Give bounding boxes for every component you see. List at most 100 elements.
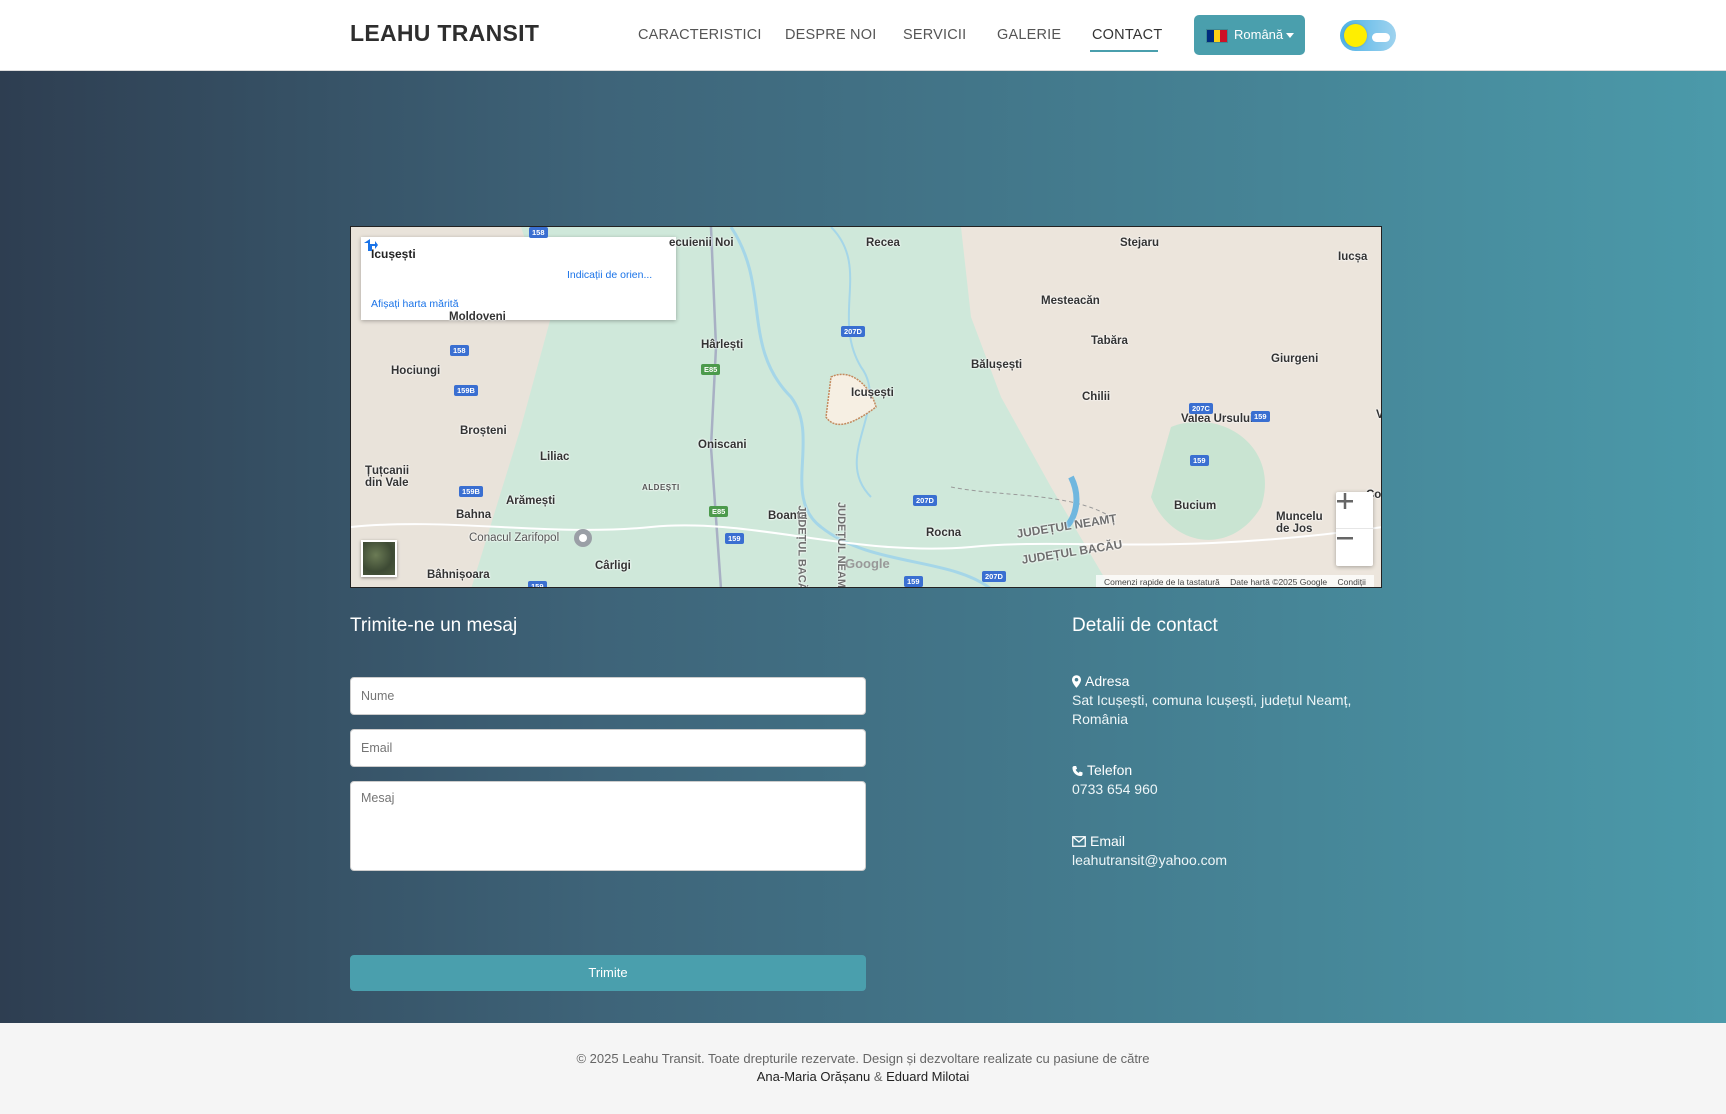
navbar: LEAHU TRANSIT CARACTERISTICI DESPRE NOI … — [0, 0, 1726, 71]
road-shield: 207C — [1189, 403, 1213, 414]
google-map[interactable]: Icușești Indicații de orien... Afișați h… — [350, 226, 1382, 588]
phone-label: Telefon — [1087, 762, 1133, 778]
footer-copyright: © 2025 Leahu Transit. Toate drepturile r… — [576, 1051, 1150, 1066]
contact-section: Icușești Indicații de orien... Afișați h… — [0, 71, 1726, 1023]
nav-item-caracteristici[interactable]: CARACTERISTICI — [638, 27, 762, 43]
minus-icon — [1337, 537, 1353, 540]
road-shield: 159 — [1251, 411, 1270, 422]
map-label: Bălușești — [971, 359, 1023, 371]
nav-item-servicii[interactable]: SERVICII — [903, 27, 966, 43]
language-dropdown[interactable]: Română — [1194, 15, 1305, 55]
map-label: Chilii — [1082, 391, 1111, 403]
address-label: Adresa — [1085, 673, 1130, 689]
road-shield: 159B — [454, 385, 478, 396]
map-label: Rocna — [926, 527, 962, 539]
map-label: Iucșa — [1338, 251, 1368, 263]
cloud-icon — [1372, 33, 1390, 42]
map-label: de Jos — [1276, 523, 1313, 535]
road-shield: 159 — [904, 576, 923, 587]
map-label: Bâhnișoara — [427, 569, 490, 581]
road-shield: E85 — [709, 506, 729, 517]
map-label: Cârligi — [595, 560, 631, 572]
credits-separator: & — [873, 1069, 883, 1084]
directions-icon[interactable] — [361, 237, 379, 255]
map-label: Icușești — [851, 387, 894, 399]
nav-item-galerie[interactable]: GALERIE — [997, 27, 1061, 43]
footer-credits: Ana-Maria Orășanu & Eduard Milotai — [0, 1069, 1726, 1084]
active-nav-indicator — [1090, 50, 1158, 52]
road-shield: 207D — [841, 326, 865, 337]
map-label: Recea — [866, 237, 900, 249]
brand-logo[interactable]: LEAHU TRANSIT — [350, 20, 539, 47]
map-label: Hociungi — [391, 365, 441, 377]
nav-item-despre-noi[interactable]: DESPRE NOI — [785, 27, 876, 43]
map-keyboard-shortcuts-link[interactable]: Comenzi rapide de la tastatură — [1104, 577, 1220, 587]
contact-phone: Telefon 0733 654 960 — [1072, 761, 1158, 799]
form-title: Trimite-ne un mesaj — [350, 615, 518, 636]
address-line-2: România — [1072, 711, 1129, 727]
map-label: Stejaru — [1120, 237, 1159, 249]
romania-flag-icon — [1206, 29, 1228, 43]
zoom-out-button[interactable] — [1336, 529, 1373, 566]
map-larger-link[interactable]: Afișați harta mărită — [371, 298, 459, 310]
sun-icon — [1344, 24, 1367, 47]
satellite-toggle[interactable] — [361, 540, 397, 577]
map-label: Hârlești — [701, 339, 744, 351]
map-label: Bahna — [456, 509, 492, 521]
map-label: din Vale — [365, 477, 409, 489]
map-label: Tabăra — [1091, 335, 1128, 347]
map-label: Țuțcanii — [365, 465, 410, 477]
map-label: Muncelu — [1276, 511, 1323, 523]
road-shield: 159 — [528, 581, 547, 587]
email-input[interactable] — [350, 729, 866, 767]
map-directions-link[interactable]: Indicații de orien... — [567, 269, 652, 281]
road-shield: 207D — [913, 495, 937, 506]
road-shield: 159 — [725, 533, 744, 544]
map-data-credit: Date hartă ©2025 Google — [1230, 577, 1328, 587]
name-input[interactable] — [350, 677, 866, 715]
message-textarea[interactable] — [350, 781, 866, 871]
author-link-1[interactable]: Ana-Maria Orășanu — [757, 1069, 870, 1084]
email-label: Email — [1090, 833, 1126, 849]
map-label: Liliac — [540, 451, 570, 463]
envelope-icon — [1072, 836, 1086, 847]
road-shield: 158 — [450, 345, 469, 356]
contact-title: Detalii de contact — [1072, 615, 1218, 636]
map-label: Broșteni — [460, 425, 507, 437]
map-label: Oniscani — [698, 439, 747, 451]
map-label: JUDEȚUL BACĂ — [795, 505, 808, 588]
map-label: ALDEȘTI — [642, 483, 680, 492]
phone-number[interactable]: 0733 654 960 — [1072, 780, 1158, 799]
road-shield: 207D — [982, 571, 1006, 582]
zoom-controls — [1336, 492, 1373, 566]
map-label: Valea Ursului — [1181, 413, 1254, 425]
road-shield: E85 — [701, 364, 721, 375]
map-label: V — [1376, 409, 1381, 421]
map-label: Mesteacăn — [1041, 295, 1100, 307]
contact-email: Email leahutransit@yahoo.com — [1072, 832, 1227, 870]
map-label: Moldoveni — [449, 311, 506, 323]
nav-item-contact[interactable]: CONTACT — [1092, 27, 1162, 43]
map-place-card: Icușești Indicații de orien... Afișați h… — [361, 237, 676, 320]
caret-down-icon — [1286, 33, 1294, 38]
email-address[interactable]: leahutransit@yahoo.com — [1072, 851, 1227, 870]
map-label: Bucium — [1174, 500, 1217, 512]
phone-icon — [1072, 765, 1083, 776]
map-attribution: Comenzi rapide de la tastatură Date hart… — [1096, 575, 1374, 587]
road-shield: 158 — [529, 227, 548, 238]
theme-toggle[interactable] — [1340, 20, 1396, 51]
map-terms-link[interactable]: Condiții — [1338, 577, 1366, 587]
map-label: JUDEȚUL NEAM — [834, 502, 847, 588]
language-label: Română — [1234, 27, 1284, 42]
submit-button[interactable]: Trimite — [350, 955, 866, 991]
contact-address: Adresa Sat Icușești, comuna Icușești, ju… — [1072, 672, 1351, 729]
footer: © 2025 Leahu Transit. Toate drepturile r… — [0, 1023, 1726, 1114]
map-label: Conacul Zarifopol — [469, 532, 560, 544]
map-marker-icon — [1072, 675, 1081, 688]
address-line-1: Sat Icușești, comuna Icușești, județul N… — [1072, 692, 1352, 708]
map-label: Arămești — [506, 495, 556, 507]
author-link-2[interactable]: Eduard Milotai — [886, 1069, 969, 1084]
map-label: Giurgeni — [1271, 353, 1319, 365]
zoom-in-button[interactable] — [1336, 492, 1373, 529]
road-shield: 159B — [459, 486, 483, 497]
